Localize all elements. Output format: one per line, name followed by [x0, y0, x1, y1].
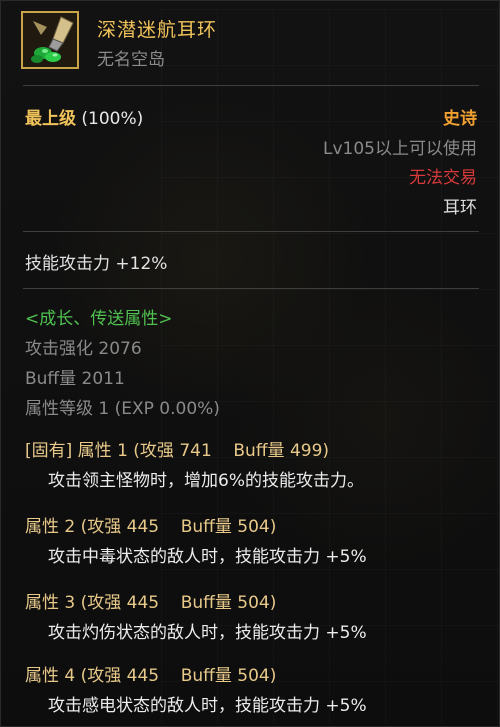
option-2-desc: 攻击中毒状态的敌人时，技能攻击力 +5% [48, 547, 367, 567]
earring-icon [23, 13, 77, 67]
option-3-header: 属性 3 (攻强 445 Buff量 504) [25, 593, 277, 613]
divider [23, 288, 479, 289]
option-1-header: [固有] 属性 1 (攻强 741 Buff量 499) [25, 436, 329, 461]
item-rarity: 史诗 [443, 109, 477, 129]
option-4-desc: 攻击感电状态的敌人时，技能攻击力 +5% [48, 696, 367, 716]
option-1-desc: 攻击领主怪物时，增加6%的技能攻击力。 [48, 471, 364, 491]
grade-percent: (100%) [81, 109, 144, 129]
grade-label: 最上级 [25, 109, 76, 129]
trade-status: 无法交易 [409, 168, 477, 188]
growth-header: <成长、传送属性> [25, 309, 173, 329]
option-fixed-tag: [固有] [25, 441, 73, 461]
attribute-level-stat: 属性等级 1 (EXP 0.00%) [25, 399, 220, 419]
attack-enhance-stat: 攻击强化 2076 [25, 339, 142, 359]
divider [23, 231, 479, 232]
item-name: 深潜迷航耳环 [97, 19, 218, 41]
item-source: 无名空岛 [97, 50, 165, 70]
item-slot: 耳环 [443, 198, 477, 218]
level-requirement: Lv105以上可以使用 [323, 139, 477, 159]
option-4-header: 属性 4 (攻强 445 Buff量 504) [25, 666, 277, 686]
buff-amount-stat: Buff量 2011 [25, 369, 125, 389]
option-title: 属性 1 (攻强 741 Buff量 499) [72, 441, 330, 461]
skill-attack-stat: 技能攻击力 +12% [25, 254, 168, 274]
option-2-header: 属性 2 (攻强 445 Buff量 504) [25, 517, 277, 537]
item-tooltip: 深潜迷航耳环 无名空岛 最上级 (100%) 史诗 Lv105以上可以使用 无法… [0, 0, 500, 727]
option-3-desc: 攻击灼伤状态的敌人时，技能攻击力 +5% [48, 623, 367, 643]
item-grade: 最上级 (100%) [25, 104, 143, 129]
divider [23, 85, 479, 86]
item-icon-frame [21, 11, 79, 69]
